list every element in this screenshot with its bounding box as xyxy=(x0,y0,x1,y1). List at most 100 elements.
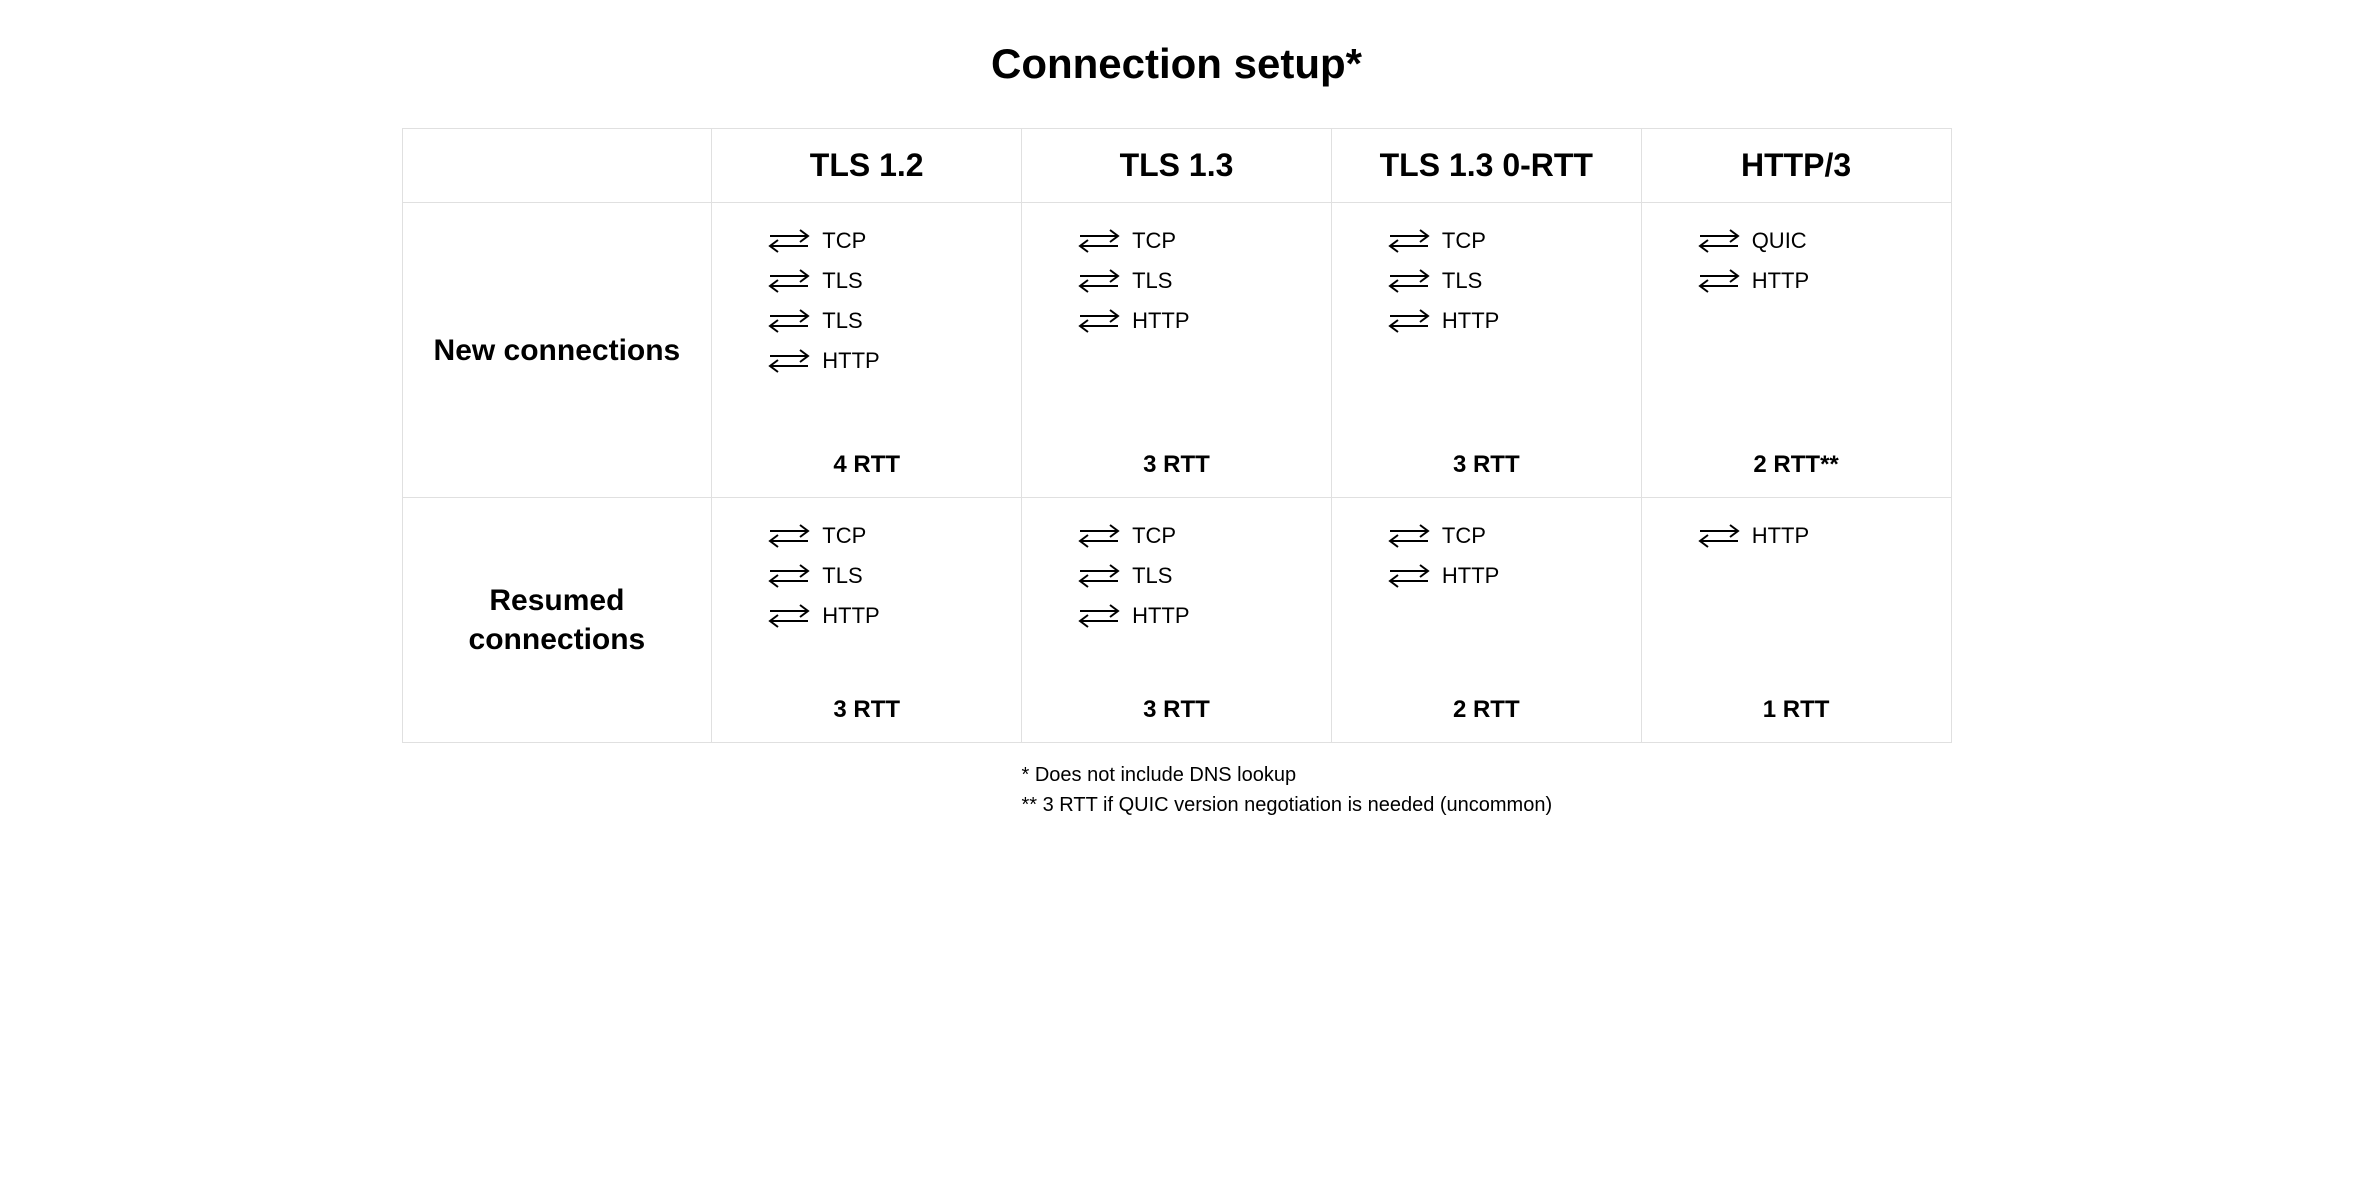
rtt-step: HTTP xyxy=(1076,307,1189,335)
rtt-step: HTTP xyxy=(766,347,879,375)
table-cell: TCP TLS HTTP 3 RTT xyxy=(1022,498,1332,743)
rtt-step: TCP xyxy=(1386,227,1486,255)
rtt-step: HTTP xyxy=(1386,307,1499,335)
footnote-2: ** 3 RTT if QUIC version negotiation is … xyxy=(1022,791,1952,819)
rtt-step: HTTP xyxy=(1386,562,1499,590)
step-label: QUIC xyxy=(1752,228,1807,254)
col-header-tls12: TLS 1.2 xyxy=(712,129,1022,203)
step-label: HTTP xyxy=(1132,603,1189,629)
step-label: HTTP xyxy=(822,348,879,374)
bidirectional-arrow-icon xyxy=(766,602,812,630)
step-label: HTTP xyxy=(822,603,879,629)
bidirectional-arrow-icon xyxy=(1386,307,1432,335)
rtt-step: TCP xyxy=(1386,522,1486,550)
step-label: TCP xyxy=(1132,523,1176,549)
table-cell: QUIC HTTP 2 RTT** xyxy=(1641,203,1951,498)
step-label: HTTP xyxy=(1442,308,1499,334)
footnote-1: * Does not include DNS lookup xyxy=(1022,761,1952,789)
step-label: HTTP xyxy=(1752,523,1809,549)
bidirectional-arrow-icon xyxy=(1076,602,1122,630)
col-header-tls13-0rtt: TLS 1.3 0-RTT xyxy=(1331,129,1641,203)
table-cell: TCP TLS HTTP 3 RTT xyxy=(1331,203,1641,498)
step-label: TCP xyxy=(1442,228,1486,254)
rtt-step: TLS xyxy=(1386,267,1482,295)
table-cell: TCP TLS HTTP 3 RTT xyxy=(1022,203,1332,498)
step-label: TCP xyxy=(1132,228,1176,254)
steps-list: TCP TLS HTTP xyxy=(1040,227,1313,427)
step-label: TCP xyxy=(1442,523,1486,549)
bidirectional-arrow-icon xyxy=(1696,522,1742,550)
footnotes: * Does not include DNS lookup ** 3 RTT i… xyxy=(1022,761,1952,819)
steps-list: TCP TLS HTTP xyxy=(1040,522,1313,672)
rtt-step: TCP xyxy=(1076,522,1176,550)
connection-table: TLS 1.2 TLS 1.3 TLS 1.3 0-RTT HTTP/3 New… xyxy=(402,128,1952,743)
bidirectional-arrow-icon xyxy=(1696,227,1742,255)
bidirectional-arrow-icon xyxy=(1386,267,1432,295)
col-header-http3: HTTP/3 xyxy=(1641,129,1951,203)
steps-list: TCP TLS TLS HTTP xyxy=(730,227,1003,427)
steps-list: HTTP xyxy=(1660,522,1933,672)
bidirectional-arrow-icon xyxy=(1076,307,1122,335)
rtt-step: TLS xyxy=(766,562,862,590)
step-label: TLS xyxy=(1442,268,1482,294)
bidirectional-arrow-icon xyxy=(1076,562,1122,590)
row-label: Resumed connections xyxy=(402,498,712,743)
diagram-container: Connection setup* TLS 1.2 TLS 1.3 TLS 1.… xyxy=(402,40,1952,819)
rtt-total: 2 RTT** xyxy=(1660,451,1933,479)
step-label: TLS xyxy=(822,268,862,294)
step-label: TLS xyxy=(1132,563,1172,589)
table-cell: TCP HTTP 2 RTT xyxy=(1331,498,1641,743)
steps-list: TCP HTTP xyxy=(1350,522,1623,672)
table-cell: TCP TLS HTTP 3 RTT xyxy=(712,498,1022,743)
step-label: TLS xyxy=(822,563,862,589)
rtt-step: TLS xyxy=(766,267,862,295)
step-label: TCP xyxy=(822,523,866,549)
step-label: TCP xyxy=(822,228,866,254)
rtt-step: HTTP xyxy=(766,602,879,630)
bidirectional-arrow-icon xyxy=(1386,522,1432,550)
rtt-total: 1 RTT xyxy=(1660,696,1933,724)
bidirectional-arrow-icon xyxy=(766,307,812,335)
rtt-step: QUIC xyxy=(1696,227,1807,255)
rtt-total: 3 RTT xyxy=(1350,451,1623,479)
row-label: New connections xyxy=(402,203,712,498)
bidirectional-arrow-icon xyxy=(766,267,812,295)
step-label: TLS xyxy=(822,308,862,334)
steps-list: QUIC HTTP xyxy=(1660,227,1933,427)
step-label: TLS xyxy=(1132,268,1172,294)
rtt-step: TLS xyxy=(1076,562,1172,590)
bidirectional-arrow-icon xyxy=(1076,522,1122,550)
rtt-step: TCP xyxy=(1076,227,1176,255)
col-header-empty xyxy=(402,129,712,203)
rtt-step: TCP xyxy=(766,227,866,255)
table-cell: HTTP 1 RTT xyxy=(1641,498,1951,743)
rtt-total: 2 RTT xyxy=(1350,696,1623,724)
rtt-step: TCP xyxy=(766,522,866,550)
rtt-step: HTTP xyxy=(1696,522,1809,550)
bidirectional-arrow-icon xyxy=(1076,267,1122,295)
bidirectional-arrow-icon xyxy=(766,227,812,255)
rtt-step: TLS xyxy=(1076,267,1172,295)
rtt-total: 3 RTT xyxy=(1040,696,1313,724)
table-row: Resumed connections TCP TLS HTTP 3 RTT TC… xyxy=(402,498,1951,743)
bidirectional-arrow-icon xyxy=(766,347,812,375)
steps-list: TCP TLS HTTP xyxy=(1350,227,1623,427)
bidirectional-arrow-icon xyxy=(1696,267,1742,295)
rtt-step: HTTP xyxy=(1696,267,1809,295)
step-label: HTTP xyxy=(1442,563,1499,589)
bidirectional-arrow-icon xyxy=(766,522,812,550)
bidirectional-arrow-icon xyxy=(1386,227,1432,255)
step-label: HTTP xyxy=(1132,308,1189,334)
steps-list: TCP TLS HTTP xyxy=(730,522,1003,672)
table-cell: TCP TLS TLS HTTP 4 RTT xyxy=(712,203,1022,498)
rtt-total: 4 RTT xyxy=(730,451,1003,479)
rtt-step: TLS xyxy=(766,307,862,335)
rtt-total: 3 RTT xyxy=(1040,451,1313,479)
table-row: New connections TCP TLS TLS HTTP 4 RTT TC… xyxy=(402,203,1951,498)
step-label: HTTP xyxy=(1752,268,1809,294)
page-title: Connection setup* xyxy=(402,40,1952,88)
bidirectional-arrow-icon xyxy=(1386,562,1432,590)
rtt-total: 3 RTT xyxy=(730,696,1003,724)
rtt-step: HTTP xyxy=(1076,602,1189,630)
bidirectional-arrow-icon xyxy=(766,562,812,590)
